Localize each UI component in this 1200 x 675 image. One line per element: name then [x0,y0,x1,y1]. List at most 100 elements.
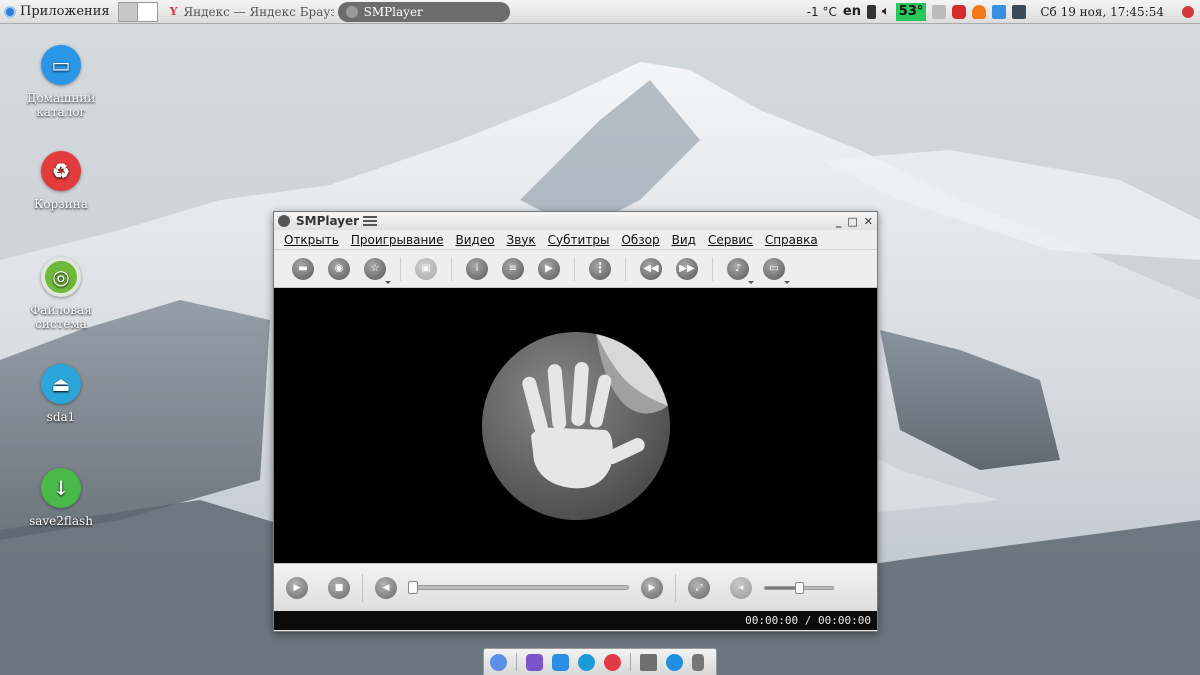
next-icon[interactable]: ▶▶ [676,257,698,280]
info-icon[interactable]: i [466,257,488,280]
clock[interactable]: Сб 19 ноя, 17:45:54 [1040,5,1164,19]
video-icon[interactable]: ▶ [538,257,560,280]
launcher-icon[interactable] [490,653,507,671]
home-folder-icon: ▭ [41,45,81,85]
taskbar-item-label: Яндекс — Яндекс Брауз... [183,4,334,19]
power-icon[interactable] [1182,5,1194,18]
top-panel: Приложения Y Яндекс — Яндекс Брауз... SM… [0,0,1200,24]
taskbar-item-smplayer[interactable]: SMPlayer [337,1,510,22]
cpu-temperature-badge[interactable]: 53° [895,2,927,21]
workspace-1[interactable] [118,2,138,21]
desktop-icon-filesystem[interactable]: ◎ Файловая система [6,257,116,331]
video-area[interactable] [274,288,877,563]
smplayer-app-icon [278,215,290,227]
seek-slider[interactable] [408,581,629,594]
desktop-icon-label: save2flash [29,514,93,528]
menu-browse[interactable]: Обзор [621,233,659,247]
status-bar: 00:00:00 / 00:00:00 [274,611,877,630]
keyboard-layout-indicator[interactable]: en [843,4,861,19]
desktop-icon-sda1[interactable]: ⏏ sda1 [6,364,116,424]
screenshot-icon[interactable]: ▣ [415,257,437,280]
translator-icon[interactable] [992,4,1007,19]
toolbar-separator [400,256,401,281]
trash-icon[interactable] [692,653,704,671]
workspace-2[interactable] [137,2,157,21]
open-file-icon[interactable]: ▬ [292,257,314,280]
weather-indicator[interactable]: -1 °C [807,5,837,19]
download-icon: ↓ [41,468,81,508]
playback-controls: ▶ ■ ◀ ▶ ⤢ ◂ [274,563,877,611]
share-icon[interactable] [666,653,683,671]
menu-audio[interactable]: Звук [507,233,536,247]
stop-icon[interactable]: ■ [328,576,350,599]
recycle-bin-icon: ♻ [41,151,81,191]
favorites-icon[interactable]: ☆ [364,257,391,284]
app-icon-purple[interactable] [526,653,543,671]
menu-tools[interactable]: Сервис [708,233,753,247]
volume-icon[interactable]: 🔈︎ [882,4,890,19]
desktop-icon-label: Корзина [34,197,88,211]
equalizer-icon[interactable]: ┇ [589,257,611,280]
seek-handle[interactable] [408,581,418,594]
desktop-icon-save2flash[interactable]: ↓ save2flash [6,468,116,528]
workspace-pager[interactable] [117,1,158,22]
drive-eject-icon: ⏏ [41,364,81,404]
menu-help[interactable]: Справка [765,233,818,247]
toolbar-separator [451,256,452,281]
menu-subtitles[interactable]: Субтитры [548,233,610,247]
desktop-icon-trash[interactable]: ♻ Корзина [6,151,116,211]
controls-separator [675,573,676,602]
window-title: SMPlayer [296,214,360,228]
smplayer-logo-icon [481,331,670,520]
applications-menu-button[interactable]: Приложения [0,0,114,24]
mute-icon[interactable]: ◂ [730,576,752,599]
forward-icon[interactable]: ▶ [641,576,663,599]
main-toolbar: ▬ ◉ ☆ ▣ i ≡ ▶ ┇ ◀◀ ▶▶ ♪ ▭ [274,250,877,288]
minimize-button[interactable]: _ [836,215,842,228]
applications-menu-label: Приложения [20,4,110,19]
toolbar-separator [574,256,575,281]
file-manager-icon[interactable] [552,653,569,671]
toolbar-separator [625,256,626,281]
playlist-icon[interactable]: ≡ [502,257,524,280]
menu-video[interactable]: Видео [455,233,494,247]
taskbar-item-browser[interactable]: Y Яндекс — Яндекс Брауз... [162,2,334,22]
network-icon[interactable] [932,4,947,19]
desktop-icon-label: Домашний каталог [26,91,96,119]
controls-separator [362,573,363,602]
disk-usage-icon[interactable] [952,4,967,19]
close-button[interactable]: ✕ [864,215,873,228]
volume-handle[interactable] [794,581,804,594]
dock-separator [516,653,517,671]
fullscreen-icon[interactable]: ⤢ [688,576,710,599]
toolbar-separator [712,256,713,281]
maximize-button[interactable]: □ [847,215,857,228]
menu-play[interactable]: Проигрывание [351,233,444,247]
menu-open[interactable]: Открыть [284,233,339,247]
volume-slider[interactable] [764,581,834,594]
system-tray: -1 °C en 🔈︎ 53° Сб 19 ноя, 17:45:54 [807,0,1200,24]
rewind-icon[interactable]: ◀ [375,576,397,599]
desktop-icon-label: sda1 [46,410,76,424]
smplayer-icon [345,5,358,18]
subtitle-track-icon[interactable]: ▭ [763,257,790,284]
window-menu-icon[interactable] [363,214,378,228]
filesystem-icon: ◎ [41,257,81,297]
window-titlebar[interactable]: SMPlayer _ □ ✕ [274,212,877,230]
app-icon-red[interactable] [604,653,621,671]
audio-track-icon[interactable]: ♪ [727,257,754,284]
navigation-icon[interactable] [578,653,595,671]
desktop-icon-home[interactable]: ▭ Домашний каталог [6,45,116,119]
display-icon[interactable] [1012,4,1027,19]
menu-view[interactable]: Вид [672,233,696,247]
firewall-icon[interactable] [972,4,987,19]
play-icon[interactable]: ▶ [286,576,308,599]
smplayer-window: SMPlayer _ □ ✕ Открыть Проигрывание Виде… [273,211,878,632]
menu-bar: Открыть Проигрывание Видео Звук Субтитры… [274,230,877,250]
battery-icon[interactable] [866,4,876,19]
previous-icon[interactable]: ◀◀ [640,257,662,280]
open-disc-icon[interactable]: ◉ [328,257,350,280]
yandex-browser-icon: Y [169,5,178,18]
volume-fill [765,586,799,589]
folder-icon[interactable] [640,653,657,671]
